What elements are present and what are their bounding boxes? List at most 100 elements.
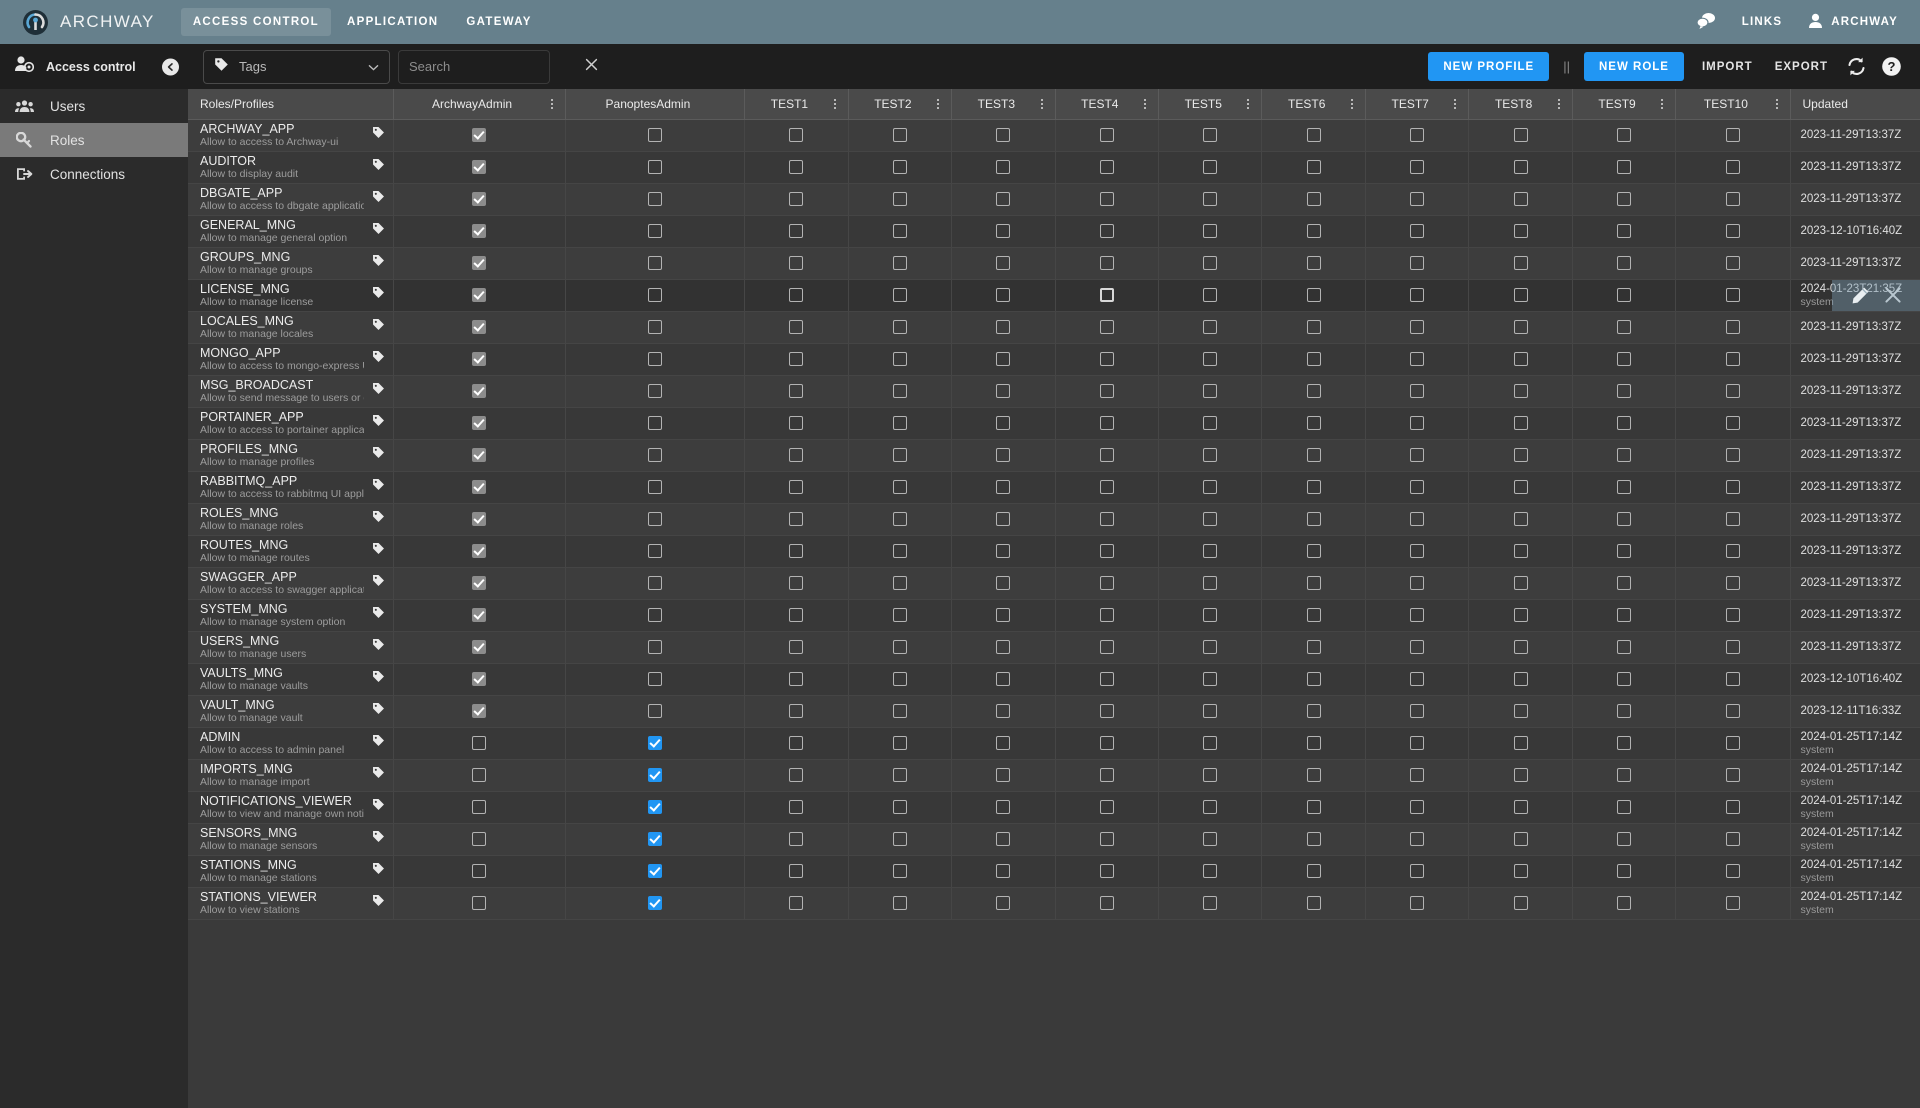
permission-checkbox[interactable] [1617,479,1632,494]
permission-checkbox[interactable] [1617,671,1632,686]
permission-cell[interactable] [951,471,1056,504]
permission-checkbox[interactable] [996,607,1011,622]
permission-checkbox[interactable] [1513,159,1528,174]
permission-cell[interactable] [951,855,1056,888]
permission-cell[interactable] [1158,855,1263,888]
permission-checkbox[interactable] [1617,511,1632,526]
permission-checkbox[interactable] [472,607,487,622]
permission-checkbox[interactable] [789,191,804,206]
permission-checkbox[interactable] [996,255,1011,270]
permission-cell[interactable] [1158,823,1263,856]
permission-checkbox[interactable] [647,703,662,718]
permission-cell[interactable] [1158,631,1263,664]
permission-checkbox[interactable] [1725,639,1740,654]
permission-cell[interactable] [1158,407,1263,440]
permission-cell[interactable] [1572,855,1677,888]
permission-cell[interactable] [1055,855,1160,888]
permission-cell[interactable] [1675,599,1791,632]
permission-cell[interactable] [565,311,746,344]
permission-cell[interactable] [393,855,566,888]
permission-checkbox[interactable] [472,127,487,142]
permission-cell[interactable] [744,759,849,792]
permission-cell[interactable] [1675,183,1791,216]
tag-icon[interactable] [366,702,385,720]
permission-checkbox[interactable] [472,223,487,238]
permission-cell[interactable] [1365,855,1470,888]
permission-cell[interactable] [744,279,849,312]
permission-cell[interactable] [1675,215,1791,248]
permission-cell[interactable] [565,567,746,600]
table-row[interactable]: MONGO_APP Allow to access to mongo-expres… [188,343,1920,376]
permission-cell[interactable] [1468,823,1573,856]
permission-cell[interactable] [1365,727,1470,760]
permission-cell[interactable] [393,343,566,376]
permission-checkbox[interactable] [1099,671,1114,686]
tags-filter-select[interactable]: Tags [203,49,390,84]
chevron-left-icon[interactable] [162,58,179,75]
permission-checkbox[interactable] [1725,223,1740,238]
permission-checkbox[interactable] [789,255,804,270]
permission-cell[interactable] [565,695,746,728]
permission-cell[interactable] [1572,631,1677,664]
permission-checkbox[interactable] [1203,543,1218,558]
permission-cell[interactable] [1055,407,1160,440]
permission-cell[interactable] [1365,759,1470,792]
permission-cell[interactable] [1261,567,1366,600]
permission-checkbox[interactable] [1410,735,1425,750]
permission-checkbox[interactable] [1306,447,1321,462]
help-icon[interactable]: ? [1881,56,1902,77]
permission-cell[interactable] [951,151,1056,184]
permission-checkbox[interactable] [647,287,662,302]
permission-checkbox[interactable] [789,511,804,526]
links-menu[interactable]: LINKS [1742,16,1783,28]
permission-cell[interactable] [1261,695,1366,728]
permission-cell[interactable] [1675,439,1791,472]
permission-cell[interactable] [565,823,746,856]
permission-cell[interactable] [1261,407,1366,440]
permission-checkbox[interactable] [1410,351,1425,366]
permission-cell[interactable] [1365,375,1470,408]
permission-checkbox[interactable] [1513,351,1528,366]
permission-checkbox[interactable] [1203,479,1218,494]
permission-cell[interactable] [1468,407,1573,440]
permission-cell[interactable] [1675,791,1791,824]
permission-checkbox[interactable] [1203,831,1218,846]
permission-cell[interactable] [1261,375,1366,408]
permission-cell[interactable] [848,791,953,824]
tag-icon[interactable] [366,478,385,496]
permission-cell[interactable] [1468,471,1573,504]
permission-cell[interactable] [1261,311,1366,344]
permission-checkbox[interactable] [1725,383,1740,398]
permission-checkbox[interactable] [1203,127,1218,142]
permission-checkbox[interactable] [647,351,662,366]
permission-checkbox[interactable] [647,223,662,238]
permission-checkbox[interactable] [472,639,487,654]
table-row[interactable]: DBGATE_APP Allow to access to dbgate appl… [188,183,1920,216]
permission-cell[interactable] [393,119,566,152]
permission-cell[interactable] [1468,279,1573,312]
permission-checkbox[interactable] [1306,767,1321,782]
permission-cell[interactable] [1261,151,1366,184]
permission-checkbox[interactable] [1513,511,1528,526]
new-profile-button[interactable]: NEW PROFILE [1428,52,1550,81]
permission-checkbox[interactable] [789,383,804,398]
permission-cell[interactable] [1365,535,1470,568]
permission-cell[interactable] [1055,599,1160,632]
permission-checkbox[interactable] [1513,447,1528,462]
permission-cell[interactable] [1261,503,1366,536]
permission-cell[interactable] [951,887,1056,920]
permission-checkbox[interactable] [996,159,1011,174]
permission-cell[interactable] [1572,119,1677,152]
permission-cell[interactable] [951,407,1056,440]
permission-cell[interactable] [1675,663,1791,696]
permission-checkbox[interactable] [996,191,1011,206]
permission-cell[interactable] [1365,663,1470,696]
permission-cell[interactable] [393,375,566,408]
permission-checkbox[interactable] [892,703,907,718]
permission-cell[interactable] [1261,183,1366,216]
permission-cell[interactable] [744,119,849,152]
permission-cell[interactable] [1055,567,1160,600]
permission-checkbox[interactable] [1617,607,1632,622]
sidebar-item-roles[interactable]: Roles [0,123,188,157]
permission-checkbox[interactable] [789,607,804,622]
